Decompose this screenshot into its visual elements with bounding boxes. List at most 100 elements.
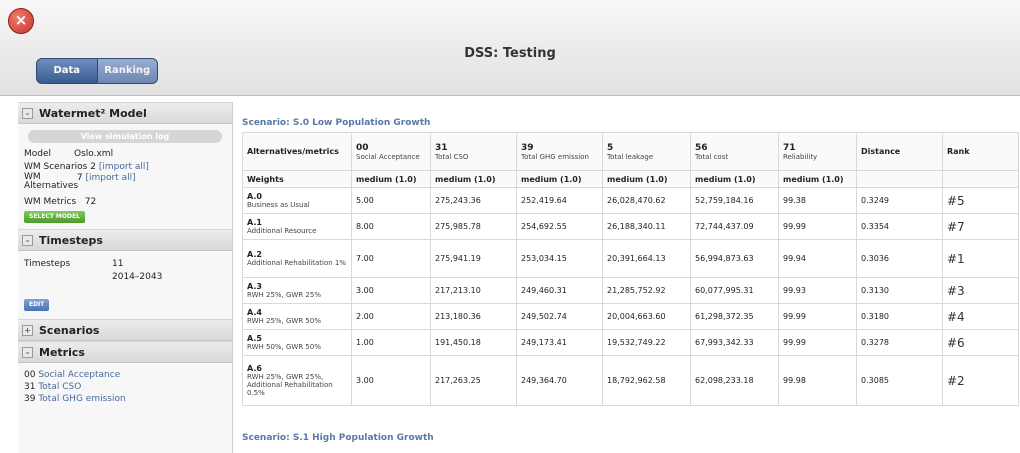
- alternative-code: A.0: [247, 192, 262, 201]
- metrics-count-row: WM Metrics 72: [24, 195, 226, 208]
- alternative-code: A.2: [247, 250, 262, 259]
- rank-cell: #3: [942, 277, 1019, 304]
- model-label: Model: [24, 148, 52, 159]
- alternative-row: A.1 Additional Resource 8.00 275,985.78 254,…: [242, 213, 1019, 240]
- metric-value-cell: 60,077,995.31: [690, 277, 779, 304]
- metric-code: 39: [24, 394, 36, 404]
- alternatives-count: 7: [76, 173, 83, 183]
- alternative-code: A.1: [247, 218, 262, 227]
- metric-item[interactable]: 00 Social Acceptance: [24, 369, 226, 381]
- edit-timesteps-button[interactable]: EDIT: [24, 299, 50, 311]
- distance-cell: 0.3085: [856, 355, 943, 406]
- metric-value-cell: 3.00: [351, 355, 431, 406]
- collapse-icon[interactable]: –: [22, 346, 33, 358]
- metric-value-cell: 3.00: [351, 277, 431, 304]
- alternative-name: Additional Rehabilitation 1%: [247, 259, 346, 267]
- alternative-label: A.3 RWH 25%, GWR 25%: [242, 277, 352, 304]
- metrics-section: 00 Social Acceptance 31 Total CSO 39 Tot…: [18, 363, 232, 409]
- metrics-section-header[interactable]: – Metrics: [18, 341, 232, 363]
- metric-header: 39 Total GHG emission: [516, 132, 603, 171]
- alternative-row: A.2 Additional Rehabilitation 1% 7.00 275,9…: [242, 239, 1019, 278]
- collapse-icon[interactable]: –: [22, 107, 33, 119]
- metric-header: 5 Total leakage: [602, 132, 691, 171]
- metric-name[interactable]: Total GHG emission: [38, 394, 125, 404]
- expand-icon[interactable]: +: [22, 324, 33, 336]
- metric-header: 00 Social Acceptance: [351, 132, 431, 171]
- timesteps-range-row: 2014–2043: [24, 270, 226, 283]
- rank-cell: #4: [942, 303, 1019, 330]
- import-alternatives-link[interactable]: [import all]: [85, 173, 135, 183]
- rank-header: Rank: [942, 132, 1019, 171]
- weight-cell[interactable]: medium (1.0): [516, 170, 603, 188]
- metric-code: 00: [24, 370, 36, 380]
- metric-item[interactable]: 39 Total GHG emission: [24, 393, 226, 405]
- import-scenarios-link[interactable]: [import all]: [99, 162, 149, 172]
- model-heading: Watermet² Model: [39, 106, 147, 120]
- metric-header: 71 Reliability: [778, 132, 857, 171]
- metric-value-cell: 99.99: [778, 329, 857, 356]
- distance-cell: 0.3180: [856, 303, 943, 330]
- alternative-row: A.6 RWH 25%, GWR 25%, Additional Rehabili…: [242, 355, 1019, 406]
- timesteps-label: Timesteps: [24, 258, 71, 269]
- timesteps-heading: Timesteps: [39, 233, 103, 247]
- view-simulation-log-button[interactable]: View simulation log: [28, 130, 222, 143]
- metric-value-cell: 275,243.36: [430, 187, 517, 214]
- metric-value-cell: 249,502.74: [516, 303, 603, 330]
- alternative-code: A.5: [247, 334, 262, 343]
- scenarios-heading: Scenarios: [39, 323, 100, 337]
- metrics-count: 72: [84, 196, 97, 207]
- next-scenario-title: Scenario: S.1 High Population Growth: [242, 433, 434, 443]
- close-icon[interactable]: ×: [8, 8, 34, 34]
- scenarios-label: WM Scenarios: [24, 161, 88, 172]
- rank-cell: #5: [942, 187, 1019, 214]
- alternative-name: Additional Resource: [247, 227, 317, 235]
- weight-cell[interactable]: medium (1.0): [351, 170, 431, 188]
- alternative-label: A.6 RWH 25%, GWR 25%, Additional Rehabili…: [242, 355, 352, 406]
- alternative-row: A.4 RWH 25%, GWR 50% 2.00 213,180.36 249,502…: [242, 303, 1019, 330]
- alternative-code: A.4: [247, 308, 262, 317]
- alternative-code: A.3: [247, 282, 262, 291]
- collapse-icon[interactable]: –: [22, 234, 33, 246]
- tab-ranking[interactable]: Ranking: [97, 59, 157, 83]
- timesteps-section-header[interactable]: – Timesteps: [18, 229, 232, 251]
- distance-cell: 0.3249: [856, 187, 943, 214]
- alternative-label: A.2 Additional Rehabilitation 1%: [242, 239, 352, 278]
- sidebar: – Watermet² Model View simulation log Mo…: [18, 102, 233, 453]
- corner-header: Alternatives/metrics: [242, 132, 352, 171]
- metric-value-cell: 8.00: [351, 213, 431, 240]
- alternatives-label: WM Alternatives: [24, 172, 79, 191]
- weights-row: Weights medium (1.0) medium (1.0) medium…: [242, 170, 1019, 188]
- metric-value-cell: 67,993,342.33: [690, 329, 779, 356]
- alternative-row: A.0 Business as Usual 5.00 275,243.36 252,41…: [242, 187, 1019, 214]
- model-section-header[interactable]: – Watermet² Model: [18, 102, 232, 124]
- alternative-name: RWH 25%, GWR 25%, Additional Rehabilitat…: [247, 373, 333, 397]
- metric-item[interactable]: 31 Total CSO: [24, 381, 226, 393]
- tab-data[interactable]: Data: [37, 59, 98, 83]
- scenarios-section-header[interactable]: + Scenarios: [18, 319, 232, 341]
- metric-value-cell: 18,792,962.58: [602, 355, 691, 406]
- metric-value-cell: 99.99: [778, 213, 857, 240]
- metric-value-cell: 7.00: [351, 239, 431, 278]
- weight-cell[interactable]: medium (1.0): [690, 170, 779, 188]
- empty-cell: [856, 170, 943, 188]
- weight-cell[interactable]: medium (1.0): [430, 170, 517, 188]
- metric-name[interactable]: Social Acceptance: [38, 370, 120, 380]
- metric-value-cell: 191,450.18: [430, 329, 517, 356]
- metric-header: 31 Total CSO: [430, 132, 517, 171]
- select-model-button[interactable]: SELECT MODEL: [24, 211, 85, 223]
- metric-value-cell: 99.98: [778, 355, 857, 406]
- metric-value-cell: 2.00: [351, 303, 431, 330]
- rank-cell: #6: [942, 329, 1019, 356]
- distance-cell: 0.3036: [856, 239, 943, 278]
- alternatives-row: WM Alternatives 7 [import all]: [24, 173, 226, 195]
- weight-cell[interactable]: medium (1.0): [602, 170, 691, 188]
- metric-value-cell: 99.93: [778, 277, 857, 304]
- weight-cell[interactable]: medium (1.0): [778, 170, 857, 188]
- timesteps-range: 2014–2043: [112, 271, 163, 282]
- alternative-label: A.0 Business as Usual: [242, 187, 352, 214]
- metric-value-cell: 217,213.10: [430, 277, 517, 304]
- distance-cell: 0.3130: [856, 277, 943, 304]
- metric-name[interactable]: Total CSO: [38, 382, 81, 392]
- model-value: Oslo.xml: [74, 148, 114, 159]
- metric-value-cell: 249,364.70: [516, 355, 603, 406]
